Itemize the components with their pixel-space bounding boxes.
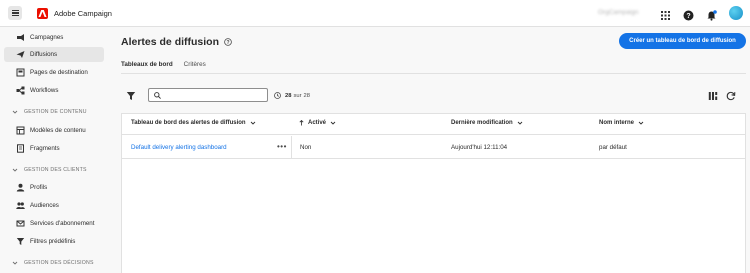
page-title: Alertes de diffusion ? <box>121 36 232 48</box>
template-icon <box>16 126 25 135</box>
chevron-down-icon <box>12 261 18 265</box>
tab-divider <box>121 73 746 74</box>
bell-icon[interactable] <box>706 8 717 21</box>
tab-criteres[interactable]: Critères <box>184 59 206 74</box>
sidebar-item-label: Services d'abonnement <box>30 220 95 227</box>
chevron-down-icon <box>638 121 644 125</box>
sidebar-item-label: Campagnes <box>30 34 64 41</box>
search-input[interactable] <box>165 92 265 98</box>
hamburger-icon[interactable] <box>8 6 22 20</box>
column-header-last-modified[interactable]: Dernière modification <box>451 120 523 126</box>
main-content: Alertes de diffusion ? Créer un tableau … <box>110 27 750 273</box>
sidebar-item-services-abonnement[interactable]: Services d'abonnement <box>4 216 104 231</box>
sidebar-item-label: Diffusions <box>30 51 58 58</box>
sort-arrow-up-icon <box>299 120 304 126</box>
sidebar-item-workflows[interactable]: Workflows <box>4 83 104 98</box>
tab-list: Tableaux de bord Critères <box>121 59 217 74</box>
filter-icon[interactable] <box>126 91 136 101</box>
svg-text:?: ? <box>686 13 690 20</box>
column-header-active[interactable]: Activé <box>299 120 336 126</box>
sidebar-item-label: Profils <box>30 184 48 191</box>
sidebar-item-audiences[interactable]: Audiences <box>4 198 104 213</box>
table-row[interactable]: Default delivery alerting dashboard ••• … <box>122 136 745 159</box>
subscription-icon <box>16 219 25 228</box>
help-circle-icon[interactable]: ? <box>224 38 232 46</box>
fragment-icon <box>16 144 25 153</box>
search-field[interactable] <box>148 88 268 102</box>
chevron-down-icon <box>250 121 255 125</box>
cell-enabled: Non <box>300 144 312 151</box>
send-icon <box>16 50 25 59</box>
clock-icon <box>274 92 281 99</box>
cell-internal-name: par défaut <box>599 144 627 151</box>
section-label: GESTION DES CLIENTS <box>24 167 87 173</box>
user-icon <box>16 183 25 192</box>
sidebar-item-profils[interactable]: Profils <box>4 180 104 195</box>
count-separator: sur <box>293 92 302 99</box>
org-switcher[interactable]: OrgCampaign <box>598 9 638 16</box>
sidebar-item-filtres-predefinis[interactable]: Filtres prédéfinis <box>4 234 104 249</box>
section-label: GESTION DES DÉCISIONS <box>24 260 94 266</box>
sidebar-item-modeles-contenu[interactable]: Modèles de contenu <box>4 123 104 138</box>
create-dashboard-button[interactable]: Créer un tableau de bord de diffusion <box>619 33 746 49</box>
column-header-label: Tableau de bord des alertes de diffusion <box>131 120 246 126</box>
chevron-down-icon <box>517 121 523 125</box>
column-header-internal-name[interactable]: Nom interne <box>599 120 644 126</box>
sidebar-item-campagnes[interactable]: Campagnes <box>4 30 104 45</box>
sidebar-item-label: Filtres prédéfinis <box>30 238 76 245</box>
svg-text:?: ? <box>226 40 229 46</box>
search-icon <box>154 91 161 99</box>
sidebar-item-label: Workflows <box>30 87 59 94</box>
tab-tableaux-de-bord[interactable]: Tableaux de bord <box>121 59 173 74</box>
page-title-text: Alertes de diffusion <box>121 36 220 48</box>
table-header: Tableau de bord des alertes de diffusion… <box>122 114 745 135</box>
cell-last-modified: Aujourd'hui 12:11:04 <box>451 144 508 151</box>
refresh-icon[interactable] <box>726 91 736 101</box>
users-icon <box>16 201 25 210</box>
section-gestion-contenu[interactable]: GESTION DE CONTENU <box>12 109 87 115</box>
count-total: 28 <box>303 92 310 99</box>
section-gestion-decisions[interactable]: GESTION DES DÉCISIONS <box>12 260 94 266</box>
column-settings-icon[interactable] <box>708 91 718 101</box>
sidebar-item-label: Modèles de contenu <box>30 127 86 134</box>
column-header-label: Nom interne <box>599 120 635 126</box>
count-current: 28 <box>285 92 292 99</box>
brand-name[interactable]: Adobe Campaign <box>54 9 112 18</box>
section-label: GESTION DE CONTENU <box>24 109 87 115</box>
adobe-logo-icon <box>37 7 48 19</box>
column-divider <box>291 136 292 159</box>
workflow-icon <box>16 86 25 95</box>
help-icon[interactable]: ? <box>683 8 694 21</box>
column-header-label: Activé <box>308 120 327 126</box>
campaign-icon <box>16 33 25 42</box>
sidebar-item-pages-destination[interactable]: Pages de destination <box>4 65 104 80</box>
more-actions-icon[interactable]: ••• <box>277 142 287 151</box>
avatar[interactable] <box>729 6 743 20</box>
sidebar-item-label: Audiences <box>30 202 59 209</box>
sidebar-item-label: Pages de destination <box>30 69 88 76</box>
sidebar-item-diffusions[interactable]: Diffusions <box>4 47 104 62</box>
dashboard-name-link[interactable]: Default delivery alerting dashboard <box>131 144 227 151</box>
sidebar-item-fragments[interactable]: Fragments <box>4 141 104 156</box>
section-gestion-clients[interactable]: GESTION DES CLIENTS <box>12 167 87 173</box>
column-header-label: Dernière modification <box>451 120 513 126</box>
column-header-dashboard[interactable]: Tableau de bord des alertes de diffusion <box>131 120 256 126</box>
data-table: Tableau de bord des alertes de diffusion… <box>121 113 746 273</box>
result-count: 28 sur 28 <box>274 92 310 99</box>
filter-icon <box>16 237 25 246</box>
chevron-down-icon <box>12 168 18 172</box>
sidebar-item-label: Fragments <box>30 145 60 152</box>
sidebar: Campagnes Diffusions Pages de destinatio… <box>0 27 110 273</box>
page-icon <box>16 68 25 77</box>
chevron-down-icon <box>12 110 18 114</box>
chevron-down-icon <box>330 121 336 125</box>
apps-grid-icon[interactable] <box>660 8 671 20</box>
